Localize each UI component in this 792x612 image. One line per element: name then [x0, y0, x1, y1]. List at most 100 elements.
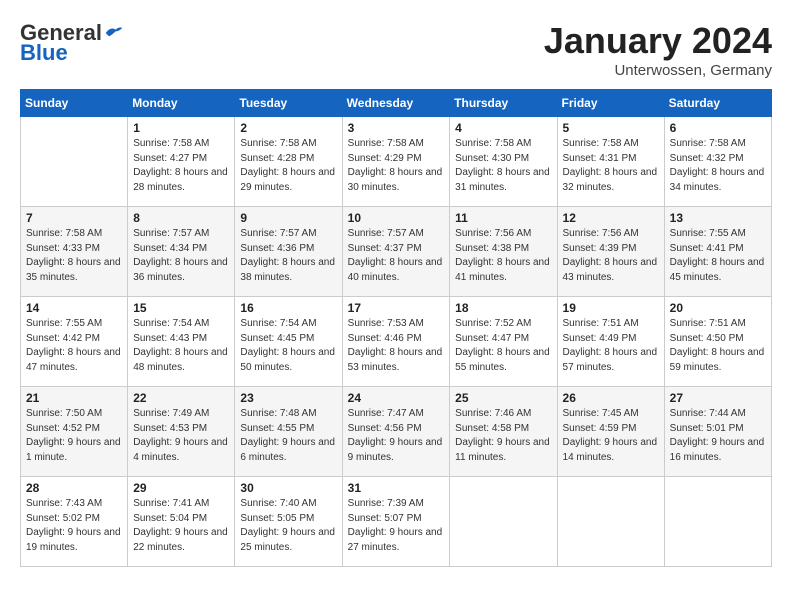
col-thursday: Thursday [450, 90, 557, 117]
col-wednesday: Wednesday [342, 90, 450, 117]
col-saturday: Saturday [664, 90, 771, 117]
day-info: Sunrise: 7:44 AMSunset: 5:01 PMDaylight:… [670, 407, 766, 465]
logo-bird-icon [104, 24, 124, 42]
table-row: 9 Sunrise: 7:57 AMSunset: 4:36 PMDayligh… [235, 207, 342, 297]
day-number: 14 [26, 301, 122, 315]
logo: General Blue [20, 20, 124, 66]
col-sunday: Sunday [21, 90, 128, 117]
day-number: 23 [240, 391, 336, 405]
day-info: Sunrise: 7:57 AMSunset: 4:37 PMDaylight:… [348, 227, 445, 285]
table-row: 6 Sunrise: 7:58 AMSunset: 4:32 PMDayligh… [664, 117, 771, 207]
day-number: 12 [563, 211, 659, 225]
day-number: 21 [26, 391, 122, 405]
day-info: Sunrise: 7:58 AMSunset: 4:31 PMDaylight:… [563, 137, 659, 195]
day-info: Sunrise: 7:55 AMSunset: 4:42 PMDaylight:… [26, 317, 122, 375]
calendar-header-row: Sunday Monday Tuesday Wednesday Thursday… [21, 90, 772, 117]
day-info: Sunrise: 7:58 AMSunset: 4:30 PMDaylight:… [455, 137, 551, 195]
day-number: 7 [26, 211, 122, 225]
day-info: Sunrise: 7:51 AMSunset: 4:49 PMDaylight:… [563, 317, 659, 375]
day-number: 2 [240, 121, 336, 135]
day-number: 9 [240, 211, 336, 225]
day-number: 11 [455, 211, 551, 225]
table-row: 30 Sunrise: 7:40 AMSunset: 5:05 PMDaylig… [235, 477, 342, 567]
calendar-week-row: 14 Sunrise: 7:55 AMSunset: 4:42 PMDaylig… [21, 297, 772, 387]
day-number: 13 [670, 211, 766, 225]
table-row: 24 Sunrise: 7:47 AMSunset: 4:56 PMDaylig… [342, 387, 450, 477]
table-row: 1 Sunrise: 7:58 AMSunset: 4:27 PMDayligh… [128, 117, 235, 207]
day-number: 4 [455, 121, 551, 135]
day-info: Sunrise: 7:55 AMSunset: 4:41 PMDaylight:… [670, 227, 766, 285]
day-info: Sunrise: 7:53 AMSunset: 4:46 PMDaylight:… [348, 317, 445, 375]
table-row: 29 Sunrise: 7:41 AMSunset: 5:04 PMDaylig… [128, 477, 235, 567]
table-row [557, 477, 664, 567]
day-number: 5 [563, 121, 659, 135]
table-row [21, 117, 128, 207]
day-info: Sunrise: 7:58 AMSunset: 4:32 PMDaylight:… [670, 137, 766, 195]
day-number: 26 [563, 391, 659, 405]
day-info: Sunrise: 7:58 AMSunset: 4:29 PMDaylight:… [348, 137, 445, 195]
day-number: 24 [348, 391, 445, 405]
day-info: Sunrise: 7:56 AMSunset: 4:38 PMDaylight:… [455, 227, 551, 285]
table-row [664, 477, 771, 567]
day-info: Sunrise: 7:40 AMSunset: 5:05 PMDaylight:… [240, 497, 336, 555]
table-row: 13 Sunrise: 7:55 AMSunset: 4:41 PMDaylig… [664, 207, 771, 297]
day-number: 29 [133, 481, 229, 495]
table-row: 5 Sunrise: 7:58 AMSunset: 4:31 PMDayligh… [557, 117, 664, 207]
day-info: Sunrise: 7:48 AMSunset: 4:55 PMDaylight:… [240, 407, 336, 465]
day-info: Sunrise: 7:51 AMSunset: 4:50 PMDaylight:… [670, 317, 766, 375]
logo-blue-text: Blue [20, 40, 68, 65]
day-number: 27 [670, 391, 766, 405]
day-info: Sunrise: 7:39 AMSunset: 5:07 PMDaylight:… [348, 497, 445, 555]
day-info: Sunrise: 7:47 AMSunset: 4:56 PMDaylight:… [348, 407, 445, 465]
day-info: Sunrise: 7:49 AMSunset: 4:53 PMDaylight:… [133, 407, 229, 465]
day-number: 16 [240, 301, 336, 315]
table-row: 25 Sunrise: 7:46 AMSunset: 4:58 PMDaylig… [450, 387, 557, 477]
day-number: 28 [26, 481, 122, 495]
col-friday: Friday [557, 90, 664, 117]
day-info: Sunrise: 7:54 AMSunset: 4:45 PMDaylight:… [240, 317, 336, 375]
day-info: Sunrise: 7:45 AMSunset: 4:59 PMDaylight:… [563, 407, 659, 465]
table-row: 17 Sunrise: 7:53 AMSunset: 4:46 PMDaylig… [342, 297, 450, 387]
day-number: 8 [133, 211, 229, 225]
table-row: 28 Sunrise: 7:43 AMSunset: 5:02 PMDaylig… [21, 477, 128, 567]
table-row: 3 Sunrise: 7:58 AMSunset: 4:29 PMDayligh… [342, 117, 450, 207]
day-number: 25 [455, 391, 551, 405]
day-number: 10 [348, 211, 445, 225]
day-number: 31 [348, 481, 445, 495]
day-info: Sunrise: 7:52 AMSunset: 4:47 PMDaylight:… [455, 317, 551, 375]
calendar-week-row: 7 Sunrise: 7:58 AMSunset: 4:33 PMDayligh… [21, 207, 772, 297]
table-row: 14 Sunrise: 7:55 AMSunset: 4:42 PMDaylig… [21, 297, 128, 387]
table-row: 8 Sunrise: 7:57 AMSunset: 4:34 PMDayligh… [128, 207, 235, 297]
table-row: 20 Sunrise: 7:51 AMSunset: 4:50 PMDaylig… [664, 297, 771, 387]
day-info: Sunrise: 7:43 AMSunset: 5:02 PMDaylight:… [26, 497, 122, 555]
day-info: Sunrise: 7:41 AMSunset: 5:04 PMDaylight:… [133, 497, 229, 555]
day-number: 1 [133, 121, 229, 135]
day-number: 3 [348, 121, 445, 135]
calendar-week-row: 21 Sunrise: 7:50 AMSunset: 4:52 PMDaylig… [21, 387, 772, 477]
table-row: 18 Sunrise: 7:52 AMSunset: 4:47 PMDaylig… [450, 297, 557, 387]
day-info: Sunrise: 7:50 AMSunset: 4:52 PMDaylight:… [26, 407, 122, 465]
day-info: Sunrise: 7:57 AMSunset: 4:36 PMDaylight:… [240, 227, 336, 285]
day-info: Sunrise: 7:57 AMSunset: 4:34 PMDaylight:… [133, 227, 229, 285]
table-row: 16 Sunrise: 7:54 AMSunset: 4:45 PMDaylig… [235, 297, 342, 387]
day-number: 19 [563, 301, 659, 315]
day-info: Sunrise: 7:58 AMSunset: 4:33 PMDaylight:… [26, 227, 122, 285]
table-row: 26 Sunrise: 7:45 AMSunset: 4:59 PMDaylig… [557, 387, 664, 477]
location-subtitle: Unterwossen, Germany [544, 62, 772, 79]
day-number: 20 [670, 301, 766, 315]
table-row: 12 Sunrise: 7:56 AMSunset: 4:39 PMDaylig… [557, 207, 664, 297]
day-number: 6 [670, 121, 766, 135]
calendar-table: Sunday Monday Tuesday Wednesday Thursday… [20, 89, 772, 567]
table-row: 31 Sunrise: 7:39 AMSunset: 5:07 PMDaylig… [342, 477, 450, 567]
table-row: 4 Sunrise: 7:58 AMSunset: 4:30 PMDayligh… [450, 117, 557, 207]
col-tuesday: Tuesday [235, 90, 342, 117]
table-row: 27 Sunrise: 7:44 AMSunset: 5:01 PMDaylig… [664, 387, 771, 477]
table-row: 7 Sunrise: 7:58 AMSunset: 4:33 PMDayligh… [21, 207, 128, 297]
day-number: 18 [455, 301, 551, 315]
table-row: 21 Sunrise: 7:50 AMSunset: 4:52 PMDaylig… [21, 387, 128, 477]
day-number: 30 [240, 481, 336, 495]
table-row: 10 Sunrise: 7:57 AMSunset: 4:37 PMDaylig… [342, 207, 450, 297]
day-info: Sunrise: 7:58 AMSunset: 4:27 PMDaylight:… [133, 137, 229, 195]
day-number: 17 [348, 301, 445, 315]
calendar-week-row: 28 Sunrise: 7:43 AMSunset: 5:02 PMDaylig… [21, 477, 772, 567]
